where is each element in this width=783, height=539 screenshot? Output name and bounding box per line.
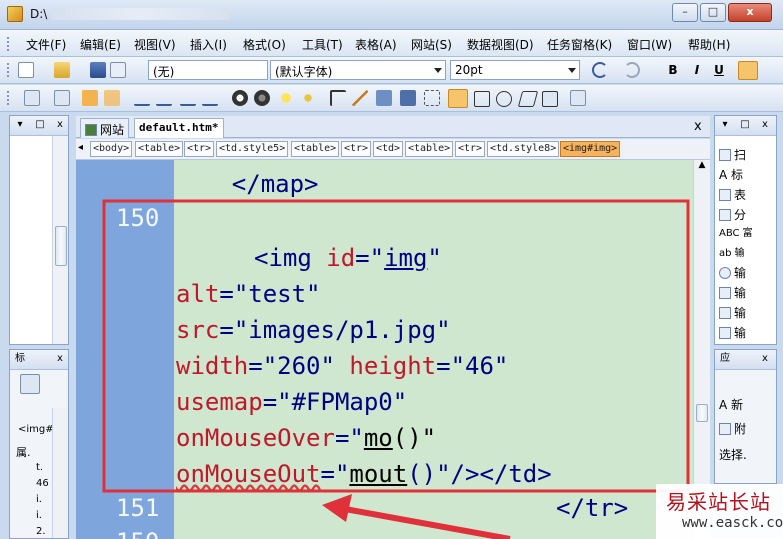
panel-restore-button[interactable]: □ [739,119,751,131]
watermark-url: www.easck.com [682,515,783,531]
toolbox-item[interactable]: ab 输 [719,244,745,259]
watermark-text: 易采站长站 [666,490,771,514]
panel-close-button[interactable]: x [759,353,771,365]
arrow-head [322,494,352,522]
select-style-label: 选择. [719,448,747,462]
panel-header: ▾ □ x [715,116,776,136]
toolbox-item-icon [719,327,731,339]
panel-close-button[interactable]: x [759,119,771,131]
toolbox-item[interactable]: 扫 [719,146,746,163]
arrow-shaft [344,506,511,539]
link-label: 附 [734,422,747,436]
toolbox-item-icon [719,209,731,221]
toolbox-item-label: 表 [734,188,747,202]
toolbox-item-icon [719,189,731,201]
radio-icon [719,267,731,279]
watermark: 易采站长站 www.easck.com [656,484,783,539]
toolbox-item-label: 扫 [734,148,747,162]
apply-styles-panel: 应 x A 新 附 选择. [714,349,777,484]
panel-title: 应 [720,353,730,364]
toolbox-item-icon [719,149,731,161]
toolbox-item[interactable]: 分 [719,206,746,223]
toolbox-item-label: 输 [734,266,747,280]
panel-menu-button[interactable]: ▾ [719,119,731,131]
attach-icon [719,423,731,435]
attach-style-sheet-link[interactable]: 附 [719,420,746,437]
new-style-link[interactable]: A 新 [719,396,743,413]
toolbox-item-label: 输 [734,306,747,320]
toolbox-item[interactable]: 输 [719,264,746,281]
toolbox-item-label: 分 [734,208,747,222]
toolbox-item-icon [719,307,731,319]
toolbox-item[interactable]: 输 [719,324,746,341]
toolbox-item[interactable]: 表 [719,186,746,203]
panel-header: 应 x [715,350,776,370]
checkbox-icon [719,287,731,299]
toolbox-item[interactable]: A 标 [719,166,743,183]
highlight-box [102,199,690,493]
toolbox-item-label: 输 [734,286,747,300]
annotation-overlay [102,199,690,539]
toolbox-item-label: 输 [734,326,747,340]
toolbox-item[interactable]: 输 [719,304,746,321]
toolbox-item[interactable]: 输 [719,284,746,301]
toolbox-item[interactable]: ABC 富 [719,224,753,239]
toolbox-panel: ▾ □ x 扫 A 标 表 分 ABC 富 ab 输 输 输 输 输 [714,115,777,345]
